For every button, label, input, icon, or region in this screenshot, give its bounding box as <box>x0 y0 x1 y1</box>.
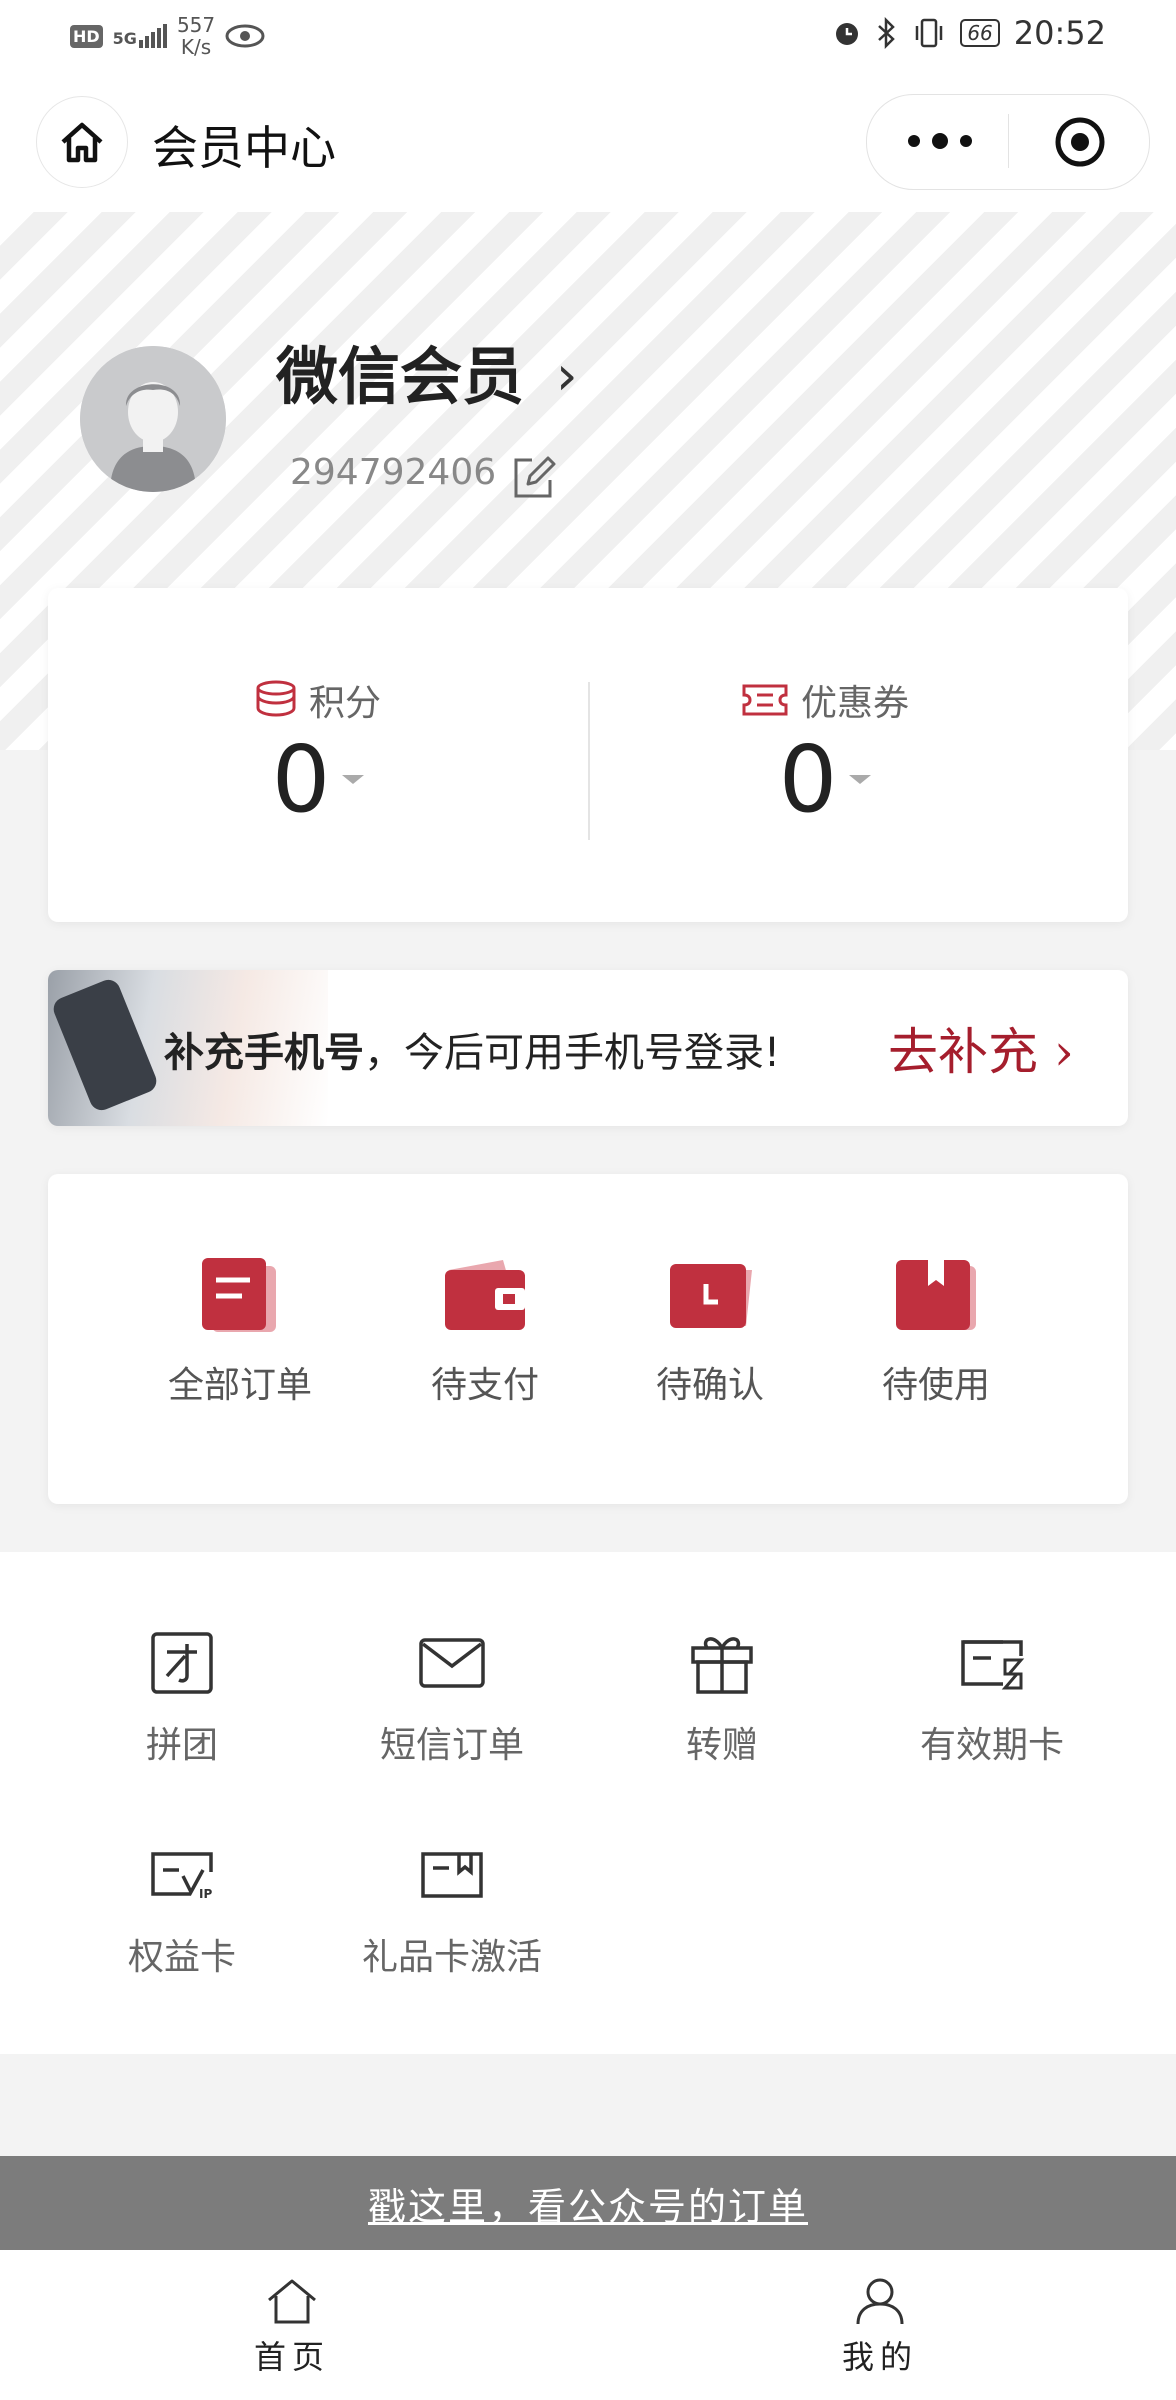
order-pending-use[interactable]: 待使用 <box>836 1256 1036 1408</box>
avatar-icon <box>80 346 226 492</box>
alarm-icon <box>836 23 859 45</box>
order-pending-confirm-label: 待确认 <box>655 1365 764 1406</box>
member-id: 294792406 <box>290 452 497 493</box>
points-label: 积分 <box>308 683 381 724</box>
more-dot-icon <box>960 135 972 147</box>
order-pending-payment-label: 待支付 <box>430 1365 539 1406</box>
battery-icon: 66 <box>960 19 1000 47</box>
signal-icon: 5G <box>113 24 167 48</box>
username[interactable]: 微信会员 <box>276 326 524 416</box>
group-buy-icon <box>151 1632 213 1694</box>
order-pending-use-label: 待使用 <box>881 1365 990 1406</box>
capsule-divider <box>1008 114 1009 168</box>
service-gift-card[interactable]: 礼品卡激活 <box>332 1842 572 1980</box>
service-gift-label: 转赠 <box>685 1725 758 1766</box>
order-pending-confirm[interactable]: 待确认 <box>610 1256 810 1408</box>
tab-me-label: 我的 <box>841 2338 918 2376</box>
service-sms-orders-label: 短信订单 <box>379 1725 524 1766</box>
official-account-orders-text[interactable]: 戳这里，看公众号的订单 <box>368 2176 808 2231</box>
more-dot-icon <box>908 135 920 147</box>
bluetooth-icon <box>878 17 896 49</box>
svg-text:IP: IP <box>199 1887 212 1901</box>
tab-bar <box>0 2250 1176 2400</box>
home-icon <box>61 122 103 163</box>
service-gift[interactable]: 转赠 <box>602 1630 842 1768</box>
vip-card-icon: IP <box>151 1852 213 1901</box>
hd-badge: HD <box>70 24 103 48</box>
points-label-row: 积分 <box>255 674 381 726</box>
hourglass-card-icon <box>961 1640 1025 1690</box>
more-options-button[interactable] <box>880 108 1000 174</box>
official-account-orders-link[interactable]: 戳这里，看公众号的订单 <box>0 2156 1176 2250</box>
wallet-icon <box>445 1260 525 1330</box>
status-bar-right: 66 20:52 <box>832 14 1106 52</box>
signal-label: 5G <box>112 29 137 48</box>
coupon-value: 0 <box>778 726 838 833</box>
home-icon <box>268 2279 316 2324</box>
envelope-icon <box>419 1638 485 1688</box>
ticket-icon <box>742 684 788 716</box>
service-validity-card-label: 有效期卡 <box>919 1725 1064 1766</box>
tab-home[interactable]: 首页 <box>192 2276 392 2378</box>
gift-icon <box>691 1637 753 1694</box>
vibrate-icon <box>916 18 943 48</box>
gift-card-icon <box>421 1852 483 1898</box>
eye-icon <box>225 24 265 48</box>
tab-me[interactable]: 我的 <box>780 2276 980 2378</box>
service-vip-card[interactable]: IP 权益卡 <box>62 1842 302 1980</box>
order-pending-payment[interactable]: 待支付 <box>385 1256 585 1408</box>
banner-bold-text: 补充手机号 <box>164 1030 364 1076</box>
service-sms-orders[interactable]: 短信订单 <box>332 1630 572 1768</box>
points-value-row: 0 <box>272 726 365 833</box>
speed-value: 557 <box>176 13 216 37</box>
caret-down-icon <box>849 775 872 784</box>
home-button[interactable] <box>36 96 128 188</box>
bookmark-icon <box>896 1260 976 1330</box>
clock-icon <box>670 1264 752 1328</box>
avatar[interactable] <box>80 346 226 492</box>
bind-phone-link[interactable]: 去补充 › <box>888 1012 1074 1084</box>
coins-icon <box>256 680 296 717</box>
user-icon <box>856 2278 904 2325</box>
all-orders-icon <box>202 1258 276 1332</box>
order-all[interactable]: 全部订单 <box>140 1256 340 1408</box>
close-miniprogram-button[interactable] <box>1040 112 1120 172</box>
points-value: 0 <box>271 726 331 833</box>
coupon-label-row: 优惠券 <box>741 674 909 726</box>
banner-normal-text: ，今后可用手机号登录! <box>364 1030 781 1076</box>
network-speed: 557 K/s <box>177 14 215 58</box>
banner-text: 补充手机号，今后可用手机号登录! <box>164 1020 780 1078</box>
order-all-label: 全部订单 <box>167 1365 312 1406</box>
coupon-stat[interactable]: 优惠券 0 <box>590 674 1060 833</box>
service-validity-card[interactable]: 有效期卡 <box>872 1630 1112 1768</box>
target-icon <box>1055 117 1105 167</box>
chevron-right-icon[interactable]: › <box>556 344 578 407</box>
coupon-value-row: 0 <box>779 726 872 833</box>
service-group-buy[interactable]: 拼团 <box>62 1630 302 1768</box>
points-stat[interactable]: 积分 0 <box>48 674 588 833</box>
caret-down-icon <box>342 775 365 784</box>
tab-home-label: 首页 <box>253 2338 330 2376</box>
service-gift-card-label: 礼品卡激活 <box>361 1937 542 1978</box>
clock-time: 20:52 <box>1013 14 1106 52</box>
status-bar-left: HD 5G 557 K/s <box>70 14 265 58</box>
service-vip-card-label: 权益卡 <box>127 1937 236 1978</box>
service-group-buy-label: 拼团 <box>145 1725 218 1766</box>
page-title: 会员中心 <box>152 121 336 175</box>
coupon-label: 优惠券 <box>800 683 909 724</box>
edit-icon[interactable] <box>510 452 560 502</box>
more-dot-icon <box>932 133 948 149</box>
speed-unit: K/s <box>180 35 212 59</box>
